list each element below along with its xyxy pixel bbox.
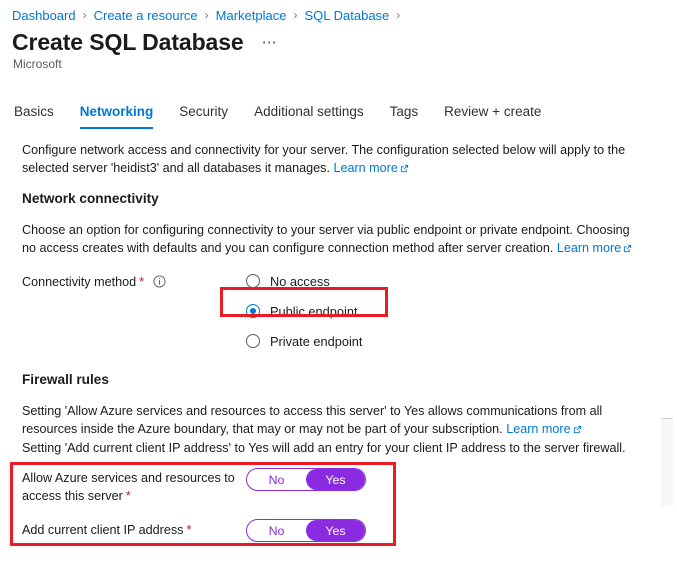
page-title-row: Create SQL Database ⋯: [12, 29, 278, 56]
tab-security[interactable]: Security: [179, 103, 228, 129]
more-options-icon[interactable]: ⋯: [262, 33, 278, 51]
firewall-toggle-label-group: Allow Azure services and resources to ac…: [22, 470, 238, 505]
required-asterisk: *: [125, 488, 131, 503]
external-link-icon: [400, 160, 409, 178]
breadcrumb-separator-icon: ›: [396, 8, 401, 22]
radio-option-label: Private endpoint: [270, 333, 363, 349]
firewall-toggle-label-group: Add current client IP address *: [22, 521, 238, 539]
breadcrumb-separator-icon: ›: [293, 8, 298, 22]
connectivity-method-label: Connectivity method: [22, 274, 137, 289]
tab-bar: Basics Networking Security Additional se…: [14, 103, 567, 129]
radio-icon-selected: [246, 304, 260, 318]
radio-option-label: Public endpoint: [270, 303, 358, 319]
required-asterisk: *: [186, 522, 192, 537]
radio-icon: [246, 274, 260, 288]
radio-option-no-access[interactable]: No access: [246, 270, 362, 292]
firewall-rules-description: Setting 'Allow Azure services and resour…: [22, 402, 652, 457]
toggle-option-yes-selected[interactable]: Yes: [306, 520, 365, 541]
breadcrumb-separator-icon: ›: [82, 8, 87, 22]
breadcrumb-item-marketplace[interactable]: Marketplace: [216, 8, 287, 23]
tab-additional-settings[interactable]: Additional settings: [254, 103, 364, 129]
toggle-add-current-client-ip[interactable]: No Yes: [246, 519, 366, 542]
external-link-icon: [573, 421, 582, 439]
tab-basics[interactable]: Basics: [14, 103, 54, 129]
connectivity-method-radio-group: No access Public endpoint Private endpoi…: [246, 270, 362, 352]
breadcrumb-item-dashboard[interactable]: Dashboard: [12, 8, 76, 23]
tab-networking[interactable]: Networking: [79, 103, 154, 129]
breadcrumb-separator-icon: ›: [204, 8, 209, 22]
page-publisher: Microsoft: [13, 57, 62, 71]
firewall-description-line-2: Setting 'Add current client IP address' …: [22, 441, 626, 455]
page-title: Create SQL Database: [12, 29, 244, 55]
connectivity-method-label-group: Connectivity method *: [22, 274, 166, 289]
required-asterisk: *: [139, 274, 145, 289]
toggle-option-no[interactable]: No: [247, 520, 306, 541]
network-connectivity-learn-more-link[interactable]: Learn more: [557, 241, 621, 255]
radio-option-private-endpoint[interactable]: Private endpoint: [246, 330, 362, 352]
network-connectivity-heading: Network connectivity: [22, 191, 159, 206]
firewall-learn-more-link[interactable]: Learn more: [506, 422, 570, 436]
networking-intro-sentence: Configure network access and connectivit…: [22, 143, 626, 175]
tab-review-create[interactable]: Review + create: [444, 103, 541, 129]
network-connectivity-description: Choose an option for configuring connect…: [22, 221, 644, 258]
radio-option-public-endpoint[interactable]: Public endpoint: [246, 300, 362, 322]
breadcrumb-item-sql-database[interactable]: SQL Database: [304, 8, 389, 23]
network-connectivity-description-text: Choose an option for configuring connect…: [22, 223, 630, 255]
azure-create-sql-database-networking-page: Dashboard › Create a resource › Marketpl…: [0, 0, 677, 567]
breadcrumb: Dashboard › Create a resource › Marketpl…: [12, 6, 407, 24]
scrollbar-thumb[interactable]: [661, 418, 673, 506]
networking-intro-text: Configure network access and connectivit…: [22, 141, 642, 178]
radio-option-label: No access: [270, 273, 330, 289]
toggle-option-no[interactable]: No: [247, 469, 306, 490]
tab-tags[interactable]: Tags: [390, 103, 419, 129]
breadcrumb-item-create-a-resource[interactable]: Create a resource: [94, 8, 198, 23]
toggle-option-yes-selected[interactable]: Yes: [306, 469, 365, 490]
firewall-toggle-row-add-client-ip: Add current client IP address *: [22, 521, 238, 539]
firewall-rules-heading: Firewall rules: [22, 372, 109, 387]
firewall-toggle-label: Add current client IP address: [22, 523, 184, 537]
toggle-allow-azure-services[interactable]: No Yes: [246, 468, 366, 491]
firewall-toggle-row-allow-azure-services: Allow Azure services and resources to ac…: [22, 470, 238, 505]
info-circle-icon[interactable]: [153, 275, 166, 288]
radio-icon: [246, 334, 260, 348]
intro-learn-more-link[interactable]: Learn more: [333, 161, 397, 175]
external-link-icon: [623, 240, 632, 258]
